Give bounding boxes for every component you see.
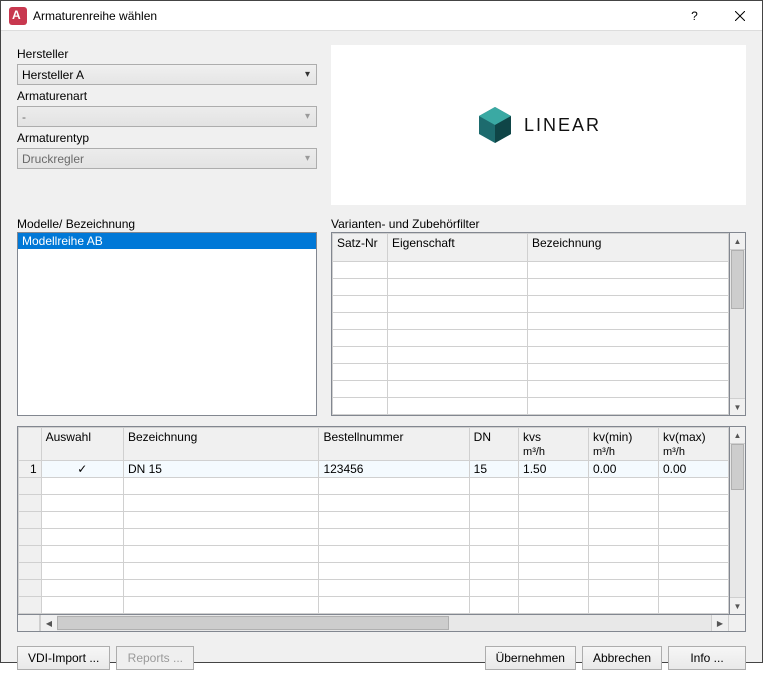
window-title: Armaturenreihe wählen [33, 9, 672, 23]
chevron-down-icon: ▾ [305, 111, 310, 122]
col-auswahl[interactable]: Auswahl [41, 428, 123, 461]
preview-pane: LINEAR [331, 45, 746, 205]
vdi-import-button[interactable]: VDI-Import ... [17, 646, 110, 670]
main-grid-wrap: Auswahl Bezeichnung Bestellnummer DN kvs… [17, 426, 746, 615]
scroll-thumb[interactable] [731, 444, 744, 490]
table-row[interactable] [333, 381, 729, 398]
titlebar: Armaturenreihe wählen ? [1, 1, 762, 31]
chevron-down-icon: ▾ [305, 153, 310, 164]
table-row[interactable] [19, 580, 729, 597]
scroll-down-icon[interactable]: ▼ [730, 597, 745, 614]
scroll-right-icon[interactable]: ▶ [711, 615, 728, 631]
hscroll-track[interactable] [57, 615, 711, 631]
scroll-up-icon[interactable]: ▲ [730, 233, 745, 250]
armaturenart-label: Armaturenart [17, 89, 317, 103]
table-row[interactable] [19, 512, 729, 529]
table-row[interactable] [333, 313, 729, 330]
filter-grid[interactable]: Satz-Nr Eigenschaft Bezeichnung [331, 232, 729, 416]
brand-logo: LINEAR [476, 105, 601, 145]
table-row[interactable] [333, 296, 729, 313]
varianten-section: Varianten- und Zubehörfilter Satz-Nr Eig… [331, 215, 746, 416]
scroll-corner [728, 615, 745, 631]
app-icon [9, 7, 27, 25]
filter-col-eigenschaft[interactable]: Eigenschaft [388, 234, 528, 262]
cube-icon [476, 105, 514, 145]
scroll-track[interactable] [730, 444, 745, 597]
armaturentyp-label: Armaturentyp [17, 131, 317, 145]
filter-scrollbar[interactable]: ▲ ▼ [729, 232, 746, 416]
table-row[interactable] [19, 478, 729, 495]
hersteller-value: Hersteller A [22, 68, 84, 82]
list-item[interactable]: Modellreihe AB [18, 233, 316, 249]
scroll-down-icon[interactable]: ▼ [730, 398, 745, 415]
col-bezeichnung[interactable]: Bezeichnung [123, 428, 319, 461]
hersteller-label: Hersteller [17, 47, 317, 61]
table-row[interactable] [19, 495, 729, 512]
table-row[interactable] [19, 546, 729, 563]
armaturentyp-combo: Druckregler ▾ [17, 148, 317, 169]
spacer [200, 646, 478, 670]
scroll-up-icon[interactable]: ▲ [730, 427, 745, 444]
table-row[interactable] [19, 529, 729, 546]
armaturentyp-value: Druckregler [22, 152, 84, 166]
varianten-label: Varianten- und Zubehörfilter [331, 217, 746, 231]
table-row[interactable] [333, 347, 729, 364]
main-grid-area: Auswahl Bezeichnung Bestellnummer DN kvs… [17, 426, 746, 632]
scroll-track[interactable] [730, 250, 745, 398]
rownum-header [19, 428, 42, 461]
table-row[interactable] [333, 364, 729, 381]
modelle-section: Modelle/ Bezeichnung Modellreihe AB [17, 215, 317, 416]
auswahl-checkbox[interactable]: ✓ [41, 461, 123, 478]
scroll-thumb[interactable] [731, 250, 744, 309]
filter-grid-wrap: Satz-Nr Eigenschaft Bezeichnung ▲ ▼ [331, 232, 746, 416]
hersteller-combo[interactable]: Hersteller A ▾ [17, 64, 317, 85]
table-row[interactable] [333, 398, 729, 415]
button-row: VDI-Import ... Reports ... Übernehmen Ab… [17, 646, 746, 670]
armaturenart-value: - [22, 110, 26, 124]
table-row[interactable] [333, 262, 729, 279]
table-row[interactable]: 1✓DN 15123456151.500.000.00 [19, 461, 729, 478]
filter-col-satznr[interactable]: Satz-Nr [333, 234, 388, 262]
brand-text: LINEAR [524, 115, 601, 136]
modelle-listbox[interactable]: Modellreihe AB [17, 232, 317, 416]
modelle-label: Modelle/ Bezeichnung [17, 217, 317, 231]
main-hscrollbar[interactable]: ◀ ▶ [17, 615, 746, 632]
reports-button: Reports ... [116, 646, 194, 670]
abbrechen-button[interactable]: Abbrechen [582, 646, 662, 670]
col-kvs[interactable]: kvsm³/h [519, 428, 589, 461]
uebernehmen-button[interactable]: Übernehmen [485, 646, 576, 670]
chevron-down-icon: ▾ [305, 69, 310, 80]
filter-col-bezeichnung[interactable]: Bezeichnung [528, 234, 729, 262]
col-bestellnummer[interactable]: Bestellnummer [319, 428, 469, 461]
close-button[interactable] [717, 1, 762, 31]
dialog-window: Armaturenreihe wählen ? Hersteller Herst… [0, 0, 763, 663]
table-row[interactable] [19, 563, 729, 580]
top-row: Hersteller Hersteller A ▾ Armaturenart -… [17, 45, 746, 205]
selectors-column: Hersteller Hersteller A ▾ Armaturenart -… [17, 45, 317, 205]
col-kvmax[interactable]: kv(max)m³/h [658, 428, 728, 461]
dialog-body: Hersteller Hersteller A ▾ Armaturenart -… [1, 31, 762, 682]
armaturenart-combo: - ▾ [17, 106, 317, 127]
scroll-left-icon[interactable]: ◀ [40, 615, 57, 631]
col-kvmin[interactable]: kv(min)m³/h [589, 428, 659, 461]
hscroll-corner [18, 615, 40, 631]
table-row[interactable] [333, 279, 729, 296]
help-button[interactable]: ? [672, 1, 717, 31]
hscroll-thumb[interactable] [57, 616, 449, 630]
mid-row: Modelle/ Bezeichnung Modellreihe AB Vari… [17, 215, 746, 416]
close-icon [735, 11, 745, 21]
col-dn[interactable]: DN [469, 428, 518, 461]
table-row[interactable] [333, 330, 729, 347]
info-button[interactable]: Info ... [668, 646, 746, 670]
main-scrollbar[interactable]: ▲ ▼ [729, 426, 746, 615]
main-grid[interactable]: Auswahl Bezeichnung Bestellnummer DN kvs… [17, 426, 729, 615]
table-row[interactable] [19, 597, 729, 614]
